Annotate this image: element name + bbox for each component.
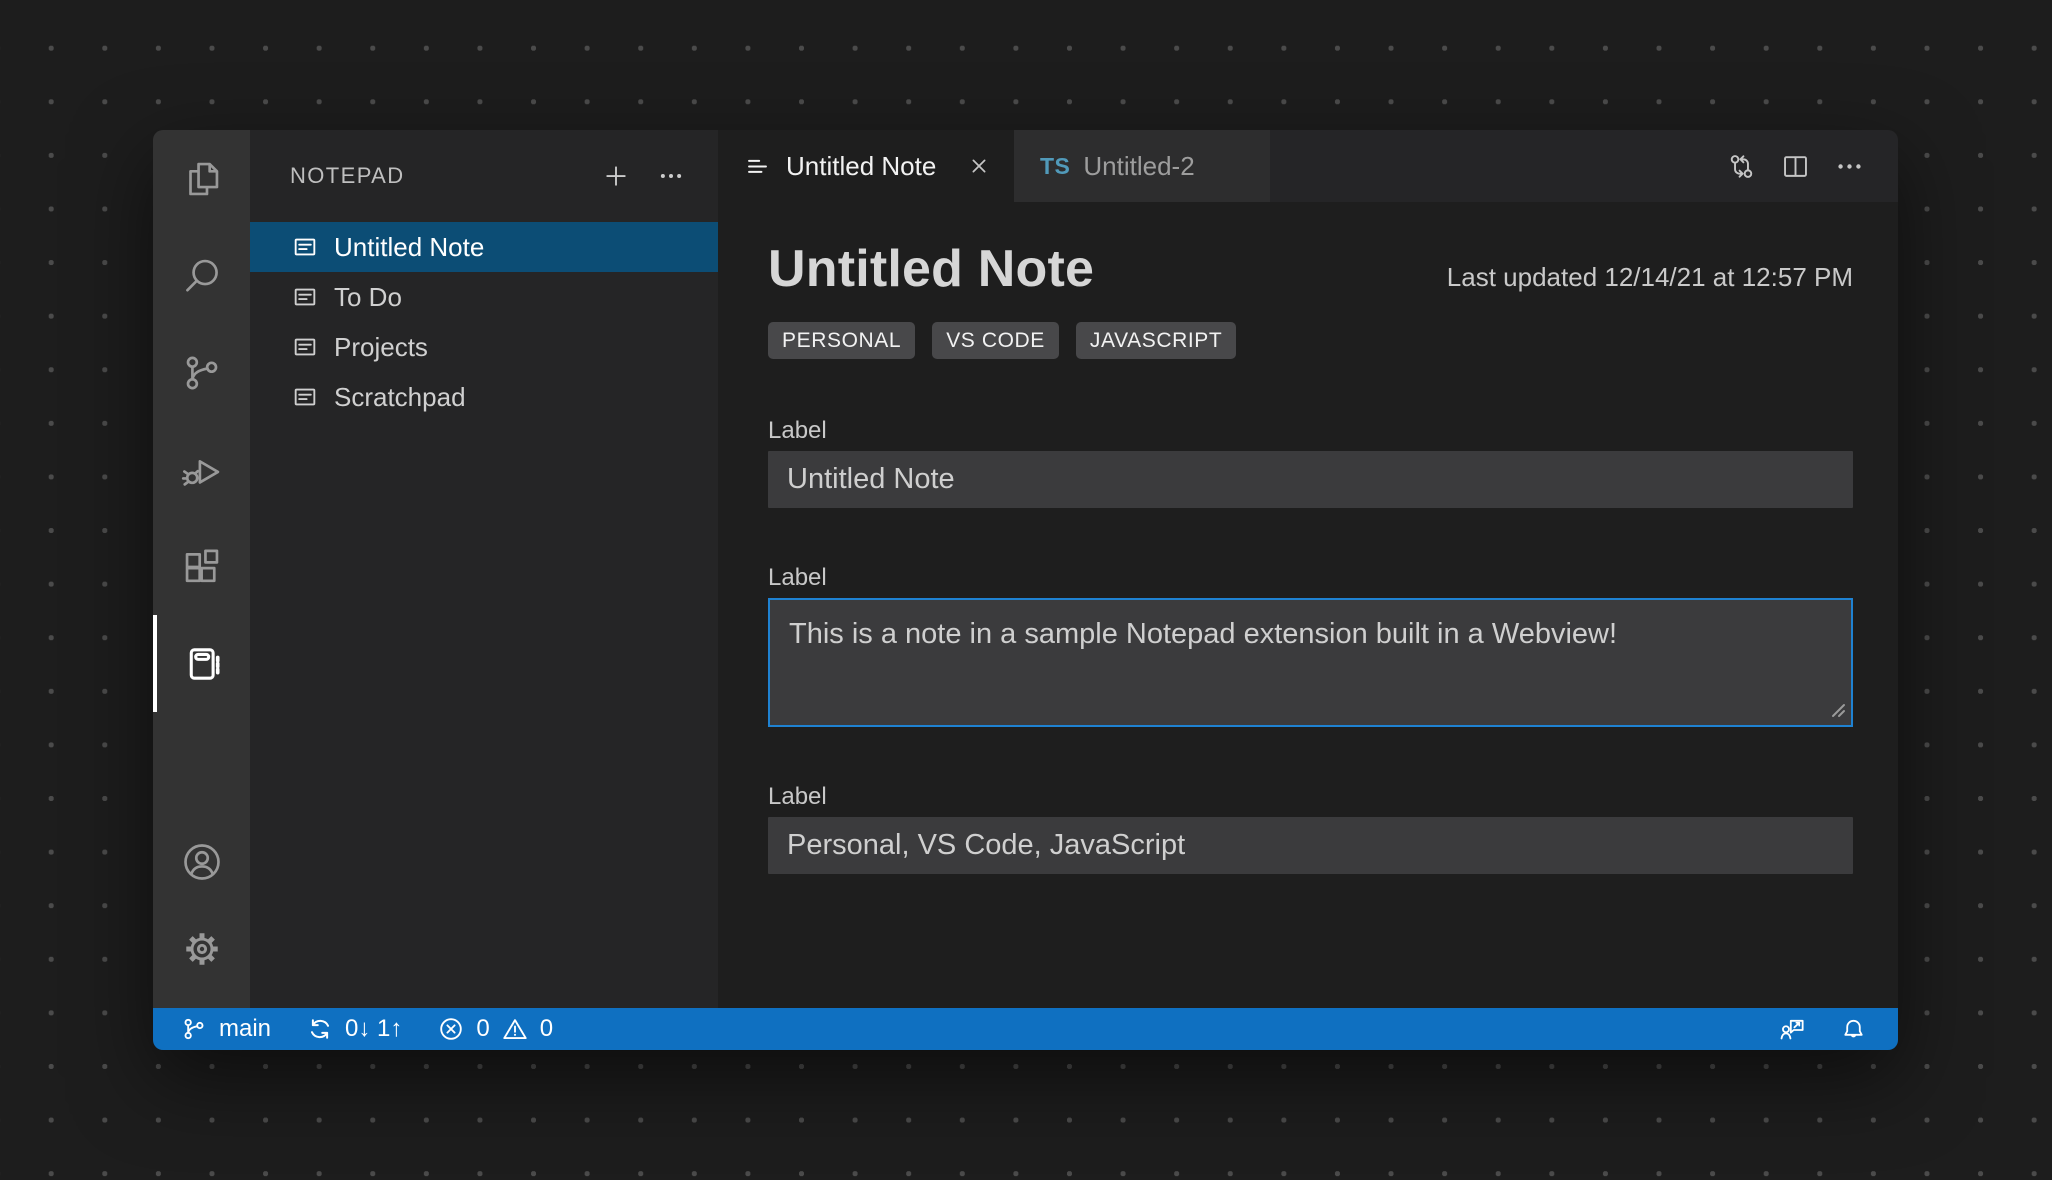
note-title-input[interactable] [768,451,1853,508]
note-body-textarea[interactable]: This is a note in a sample Notepad exten… [768,598,1853,727]
problems-status[interactable]: 0 0 [437,1015,553,1043]
sidebar-item-explorer[interactable] [153,130,250,227]
activity-bar-bottom [153,818,250,992]
field-label: Label [768,783,827,810]
note-icon [291,233,319,261]
debug-icon [179,447,225,493]
branch-status[interactable]: main [180,1015,271,1043]
warning-count: 0 [539,1015,554,1042]
vscode-window: NOTEPAD Untitled Note To Do Projects Scr… [153,130,1898,1050]
sidebar-item-notepad[interactable] [153,615,250,712]
page-title: Untitled Note [768,240,1095,298]
sync-counts: 0↓ 1↑ [345,1015,403,1042]
settings-button[interactable] [153,905,250,992]
git-branch-icon [184,1018,204,1040]
sidebar-actions [601,161,686,191]
tab-label: Untitled-2 [1083,150,1195,181]
account-icon [179,839,225,885]
tags-field-group: Label [768,783,1853,874]
list-item-projects[interactable]: Projects [250,322,718,372]
sidebar-item-extensions[interactable] [153,518,250,615]
note-header: Untitled Note Last updated 12/14/21 at 1… [768,240,1853,298]
window-main: NOTEPAD Untitled Note To Do Projects Scr… [153,130,1898,1008]
account-button[interactable] [153,818,250,905]
search-icon [179,253,225,299]
note-body-wrap: This is a note in a sample Notepad exten… [768,598,1853,727]
sidebar-item-search[interactable] [153,227,250,324]
status-bar: main 0↓ 1↑ 0 0 [153,1008,1898,1050]
new-note-button[interactable] [601,161,631,191]
notepad-icon [179,641,225,687]
list-item-to-do[interactable]: To Do [250,272,718,322]
note-tags-input[interactable] [768,817,1853,874]
note-form: Label Label This is a note in a sample N… [768,417,1853,874]
sync-status[interactable]: 0↓ 1↑ [306,1015,402,1043]
tab-label: Untitled Note [786,150,937,181]
title-field-group: Label [768,417,1853,508]
activity-bar [153,130,250,1008]
typescript-file-icon: TS [1040,152,1071,179]
tag-badge: VS CODE [932,322,1059,359]
sidebar-title: NOTEPAD [290,163,405,188]
source-control-icon [179,350,225,396]
notepad-webview: Untitled Note Last updated 12/14/21 at 1… [718,202,1898,1008]
split-editor-icon[interactable] [1779,150,1812,183]
branch-name: main [219,1015,272,1042]
note-list: Untitled Note To Do Projects Scratchpad [250,222,718,422]
note-lines-icon [748,159,767,173]
tag-badge: PERSONAL [768,322,916,359]
more-actions-button[interactable] [656,161,686,191]
note-item-label: To Do [334,281,402,312]
feedback-icon[interactable] [1778,1015,1807,1044]
desktop-background: { "colors": { "selection_blue": "#0c4d75… [0,0,2052,1180]
tag-badge: JAVASCRIPT [1075,322,1237,359]
note-item-label: Scratchpad [334,381,466,412]
note-icon [291,333,319,361]
sidebar-item-run-debug[interactable] [153,421,250,518]
extensions-icon [179,544,225,590]
list-item-untitled-note[interactable]: Untitled Note [250,222,718,272]
note-icon [291,383,319,411]
notifications-bell-icon[interactable] [1839,1015,1868,1044]
tab-untitled-2[interactable]: TS Untitled-2 [1014,130,1270,202]
tag-row: PERSONAL VS CODE JAVASCRIPT [768,322,1853,359]
sidebar-notepad-panel: NOTEPAD Untitled Note To Do Projects Scr… [250,130,718,1008]
editor-group: Untitled Note TS Untitled-2 Untitled Not… [718,130,1898,1008]
list-item-scratchpad[interactable]: Scratchpad [250,372,718,422]
error-icon [440,1018,463,1040]
tab-bar: Untitled Note TS Untitled-2 [718,130,1898,202]
editor-actions [1725,130,1898,202]
tab-untitled-note[interactable]: Untitled Note [718,130,1014,202]
close-icon[interactable] [966,153,992,179]
body-field-group: Label This is a note in a sample Notepad… [768,564,1853,727]
sidebar-item-source-control[interactable] [153,324,250,421]
sync-icon [310,1019,330,1039]
files-icon [179,156,225,202]
note-item-label: Untitled Note [334,231,485,262]
note-icon [291,283,319,311]
more-actions-icon[interactable] [1833,150,1866,183]
last-updated-text: Last updated 12/14/21 at 12:57 PM [1446,262,1853,292]
status-bar-right [1778,1015,1868,1044]
field-label: Label [768,564,827,591]
field-label: Label [768,417,827,444]
error-count: 0 [476,1015,490,1042]
gear-icon [179,926,225,972]
warning-icon [503,1019,527,1040]
open-changes-icon[interactable] [1725,150,1758,183]
sidebar-header: NOTEPAD [250,130,718,222]
note-item-label: Projects [334,331,428,362]
